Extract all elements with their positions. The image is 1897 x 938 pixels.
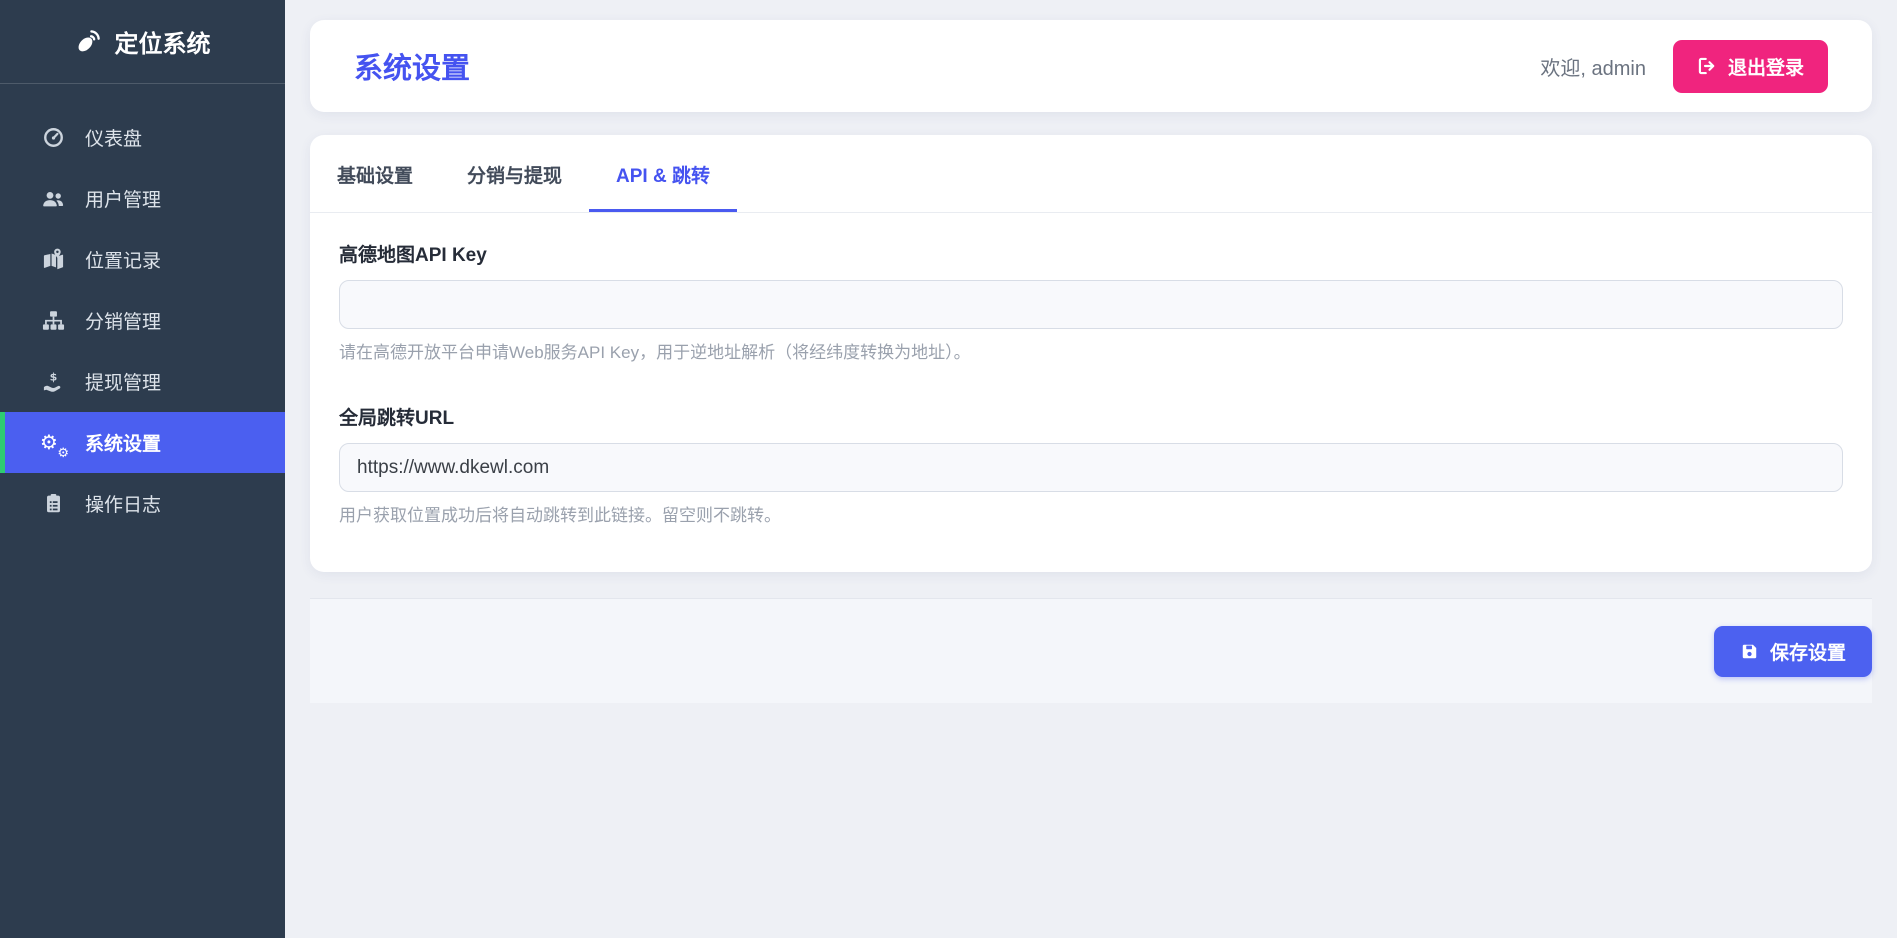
sidebar-item-label: 位置记录: [85, 251, 162, 272]
gauge-icon: [40, 126, 66, 149]
sidebar-item-logs[interactable]: 操作日志: [0, 473, 285, 534]
sign-out-icon: [1698, 57, 1715, 75]
amap-key-input[interactable]: [339, 280, 1843, 329]
amap-key-group: 高德地图API Key 请在高德开放平台申请Web服务API Key，用于逆地址…: [339, 240, 1843, 363]
sidebar-item-label: 提现管理: [85, 373, 162, 394]
tab-api-redirect[interactable]: API & 跳转: [589, 135, 737, 212]
app-title: 定位系统: [114, 31, 211, 58]
sidebar-item-label: 用户管理: [85, 190, 162, 211]
sidebar-item-settings[interactable]: ⚙ ⚙ 系统设置: [0, 412, 285, 473]
logout-label: 退出登录: [1727, 57, 1804, 79]
redirect-url-input[interactable]: [339, 443, 1843, 492]
map-marker-icon: [40, 248, 66, 271]
settings-card: 基础设置 分销与提现 API & 跳转 高德地图API Key 请在高德开放平台…: [310, 135, 1872, 572]
sidebar-item-withdrawals[interactable]: $ 提现管理: [0, 351, 285, 412]
tab-distribution-withdraw[interactable]: 分销与提现: [440, 135, 589, 212]
form-footer: 保存设置: [310, 598, 1872, 703]
main-content: 系统设置 欢迎, admin 退出登录 基础设置 分销与提现 API & 跳转 …: [285, 0, 1897, 938]
save-label: 保存设置: [1769, 643, 1846, 664]
save-icon: [1742, 644, 1757, 659]
sidebar-item-dashboard[interactable]: 仪表盘: [0, 107, 285, 168]
sidebar-item-label: 操作日志: [85, 495, 162, 516]
redirect-url-help: 用户获取位置成功后将自动跳转到此链接。留空则不跳转。: [339, 506, 781, 525]
clipboard-list-icon: [40, 492, 66, 515]
satellite-dish-icon: [78, 30, 100, 52]
redirect-url-group: 全局跳转URL 用户获取位置成功后将自动跳转到此链接。留空则不跳转。: [339, 403, 1843, 526]
sidebar-item-label: 系统设置: [85, 434, 162, 455]
sidebar-item-distribution[interactable]: 分销管理: [0, 290, 285, 351]
svg-text:$: $: [49, 371, 57, 384]
hand-holding-dollar-icon: $: [40, 370, 66, 393]
welcome-text: 欢迎, admin: [1540, 57, 1646, 80]
sidebar-item-label: 分销管理: [85, 312, 162, 333]
amap-key-label: 高德地图API Key: [339, 245, 487, 266]
sidebar-item-users[interactable]: 用户管理: [0, 168, 285, 229]
redirect-url-label: 全局跳转URL: [339, 408, 455, 429]
sidebar: 定位系统 仪表盘 用户管理 位置记录 分销管理 $ 提现管理 ⚙ ⚙ 系统设置 …: [0, 0, 285, 938]
gears-icon: ⚙ ⚙: [40, 431, 69, 460]
sidebar-item-label: 仪表盘: [85, 129, 143, 150]
settings-tabs: 基础设置 分销与提现 API & 跳转: [310, 135, 1872, 213]
tab-basic-settings[interactable]: 基础设置: [310, 135, 440, 212]
sidebar-nav: 仪表盘 用户管理 位置记录 分销管理 $ 提现管理 ⚙ ⚙ 系统设置 操作日志: [0, 84, 285, 534]
logout-button[interactable]: 退出登录: [1672, 39, 1828, 93]
header-right: 欢迎, admin 退出登录: [1540, 39, 1828, 93]
amap-key-help: 请在高德开放平台申请Web服务API Key，用于逆地址解析（将经纬度转换为地址…: [339, 343, 971, 362]
api-settings-form: 高德地图API Key 请在高德开放平台申请Web服务API Key，用于逆地址…: [310, 213, 1872, 572]
users-icon: [40, 187, 66, 211]
app-logo: 定位系统: [0, 0, 285, 84]
save-settings-button[interactable]: 保存设置: [1713, 626, 1872, 677]
page-title: 系统设置: [354, 53, 471, 85]
page-header: 系统设置 欢迎, admin 退出登录: [310, 20, 1872, 112]
sidebar-item-locations[interactable]: 位置记录: [0, 229, 285, 290]
sitemap-icon: [40, 309, 66, 332]
